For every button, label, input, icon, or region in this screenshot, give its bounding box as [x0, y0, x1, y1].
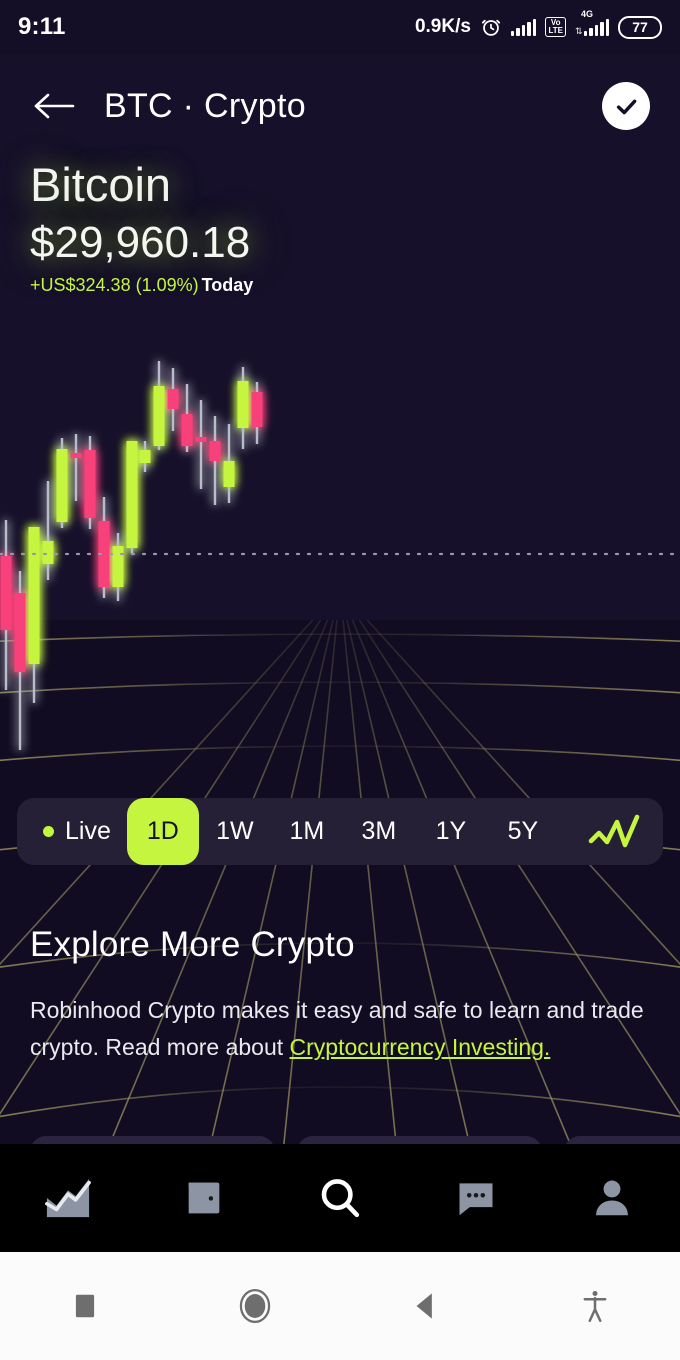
range-option-label: 3M [361, 817, 397, 845]
candle-body [84, 450, 96, 518]
network-type-label: 4G [580, 9, 593, 19]
search-icon [321, 1179, 360, 1218]
candle-body [209, 441, 221, 461]
range-option-label: 1Y [435, 817, 467, 845]
explore-section: Explore More Crypto Robinhood Crypto mak… [30, 925, 650, 1067]
chart-type-toggle-button[interactable] [587, 811, 643, 853]
status-bar: 9:11 0.9K/s Vo LTE 4G ⇅ 77 [0, 0, 680, 54]
candle-body [251, 392, 263, 427]
nav-accessibility-button[interactable] [510, 1252, 680, 1360]
status-bar-icons: 0.9K/s Vo LTE 4G ⇅ 77 [414, 9, 662, 39]
time-range-selector: Live 1D 1W 1M 3M 1Y 5Y [17, 798, 663, 865]
chart-icon [45, 1178, 91, 1218]
explore-body: Robinhood Crypto makes it easy and safe … [30, 992, 645, 1067]
range-live-button[interactable]: Live [17, 817, 127, 846]
accessibility-icon [583, 1291, 607, 1322]
back-button[interactable] [22, 74, 86, 138]
candle-body [181, 414, 193, 446]
explore-heading: Explore More Crypto [30, 925, 355, 964]
candlestick-toggle-icon [588, 814, 640, 847]
candle-body [237, 381, 249, 428]
candle-body [14, 593, 26, 672]
change-value: +US$324.38 (1.09%) [30, 275, 199, 296]
home-circle-icon [239, 1289, 271, 1323]
network-speed-label: 0.9K/s [414, 16, 471, 37]
signal-bars-icon [510, 18, 537, 36]
volte-icon: Vo LTE [545, 17, 566, 37]
nav-home-button[interactable] [170, 1252, 340, 1360]
instrument-summary: Bitcoin $29,960.18 +US$324.38 (1.09%) Tod… [30, 160, 253, 297]
cryptocurrency-investing-link[interactable]: Cryptocurrency Investing. [290, 1034, 551, 1060]
candle-body [42, 541, 54, 564]
data-transfer-arrows-icon: ⇅ [574, 26, 583, 36]
candle-body [0, 556, 12, 630]
tab-search[interactable] [272, 1144, 408, 1252]
candle-body [139, 450, 151, 463]
watchlist-check-button[interactable] [602, 82, 650, 130]
battery-level-label: 77 [632, 19, 648, 35]
tab-messages[interactable] [408, 1144, 544, 1252]
candle-body [195, 437, 207, 442]
range-live-label: Live [65, 817, 111, 845]
range-option-1d[interactable]: 1D [126, 798, 199, 865]
instrument-name: Bitcoin [30, 158, 172, 211]
range-option-1m[interactable]: 1M [271, 798, 343, 865]
candle-body [126, 441, 138, 548]
android-navigation-bar [0, 1252, 680, 1360]
alarm-clock-icon [480, 16, 502, 38]
mobile-data-4g-icon: 4G ⇅ [574, 9, 609, 36]
range-option-1y[interactable]: 1Y [415, 798, 487, 865]
candle-body [98, 521, 110, 587]
app-root: 9:11 0.9K/s Vo LTE 4G ⇅ 77 BTC · Crypto … [0, 0, 680, 1360]
volte-bottom-text: LTE [548, 26, 563, 35]
tab-wallet[interactable] [136, 1144, 272, 1252]
tab-investing[interactable] [0, 1144, 136, 1252]
range-option-label: 1D [146, 817, 179, 845]
battery-indicator: 77 [618, 15, 662, 39]
price-chart [0, 330, 680, 760]
nav-back-button[interactable] [340, 1252, 510, 1360]
candle-body [28, 527, 40, 664]
range-option-3m[interactable]: 3M [343, 798, 415, 865]
range-option-label: 1M [289, 817, 325, 845]
instrument-change: +US$324.38 (1.09%) Today [30, 275, 253, 297]
app-header: BTC · Crypto [0, 54, 680, 158]
candle-body [112, 546, 124, 587]
nav-recents-button[interactable] [0, 1252, 170, 1360]
range-option-5y[interactable]: 5Y [487, 798, 559, 865]
arrow-left-icon [34, 93, 75, 119]
chat-bubble-icon [459, 1183, 493, 1216]
range-option-label: 1W [216, 817, 254, 845]
wallet-icon [188, 1182, 220, 1214]
candle-body [70, 453, 82, 458]
candle-body [56, 449, 68, 522]
range-option-label: 5Y [507, 817, 539, 845]
instrument-price: $29,960.18 [30, 217, 251, 267]
range-option-1w[interactable]: 1W [199, 798, 271, 865]
page-title: BTC · Crypto [104, 86, 306, 125]
live-indicator-dot [43, 826, 54, 837]
recents-square-icon [75, 1294, 95, 1318]
tab-account[interactable] [544, 1144, 680, 1252]
bottom-tab-bar [0, 1144, 680, 1252]
candle-body [153, 386, 165, 446]
candle-body [167, 389, 179, 409]
back-triangle-icon [416, 1293, 432, 1319]
check-circle-icon [616, 99, 636, 114]
candle-body [223, 461, 235, 487]
status-bar-clock: 9:11 [18, 13, 66, 40]
person-icon [596, 1180, 628, 1216]
change-period: Today [201, 275, 254, 296]
